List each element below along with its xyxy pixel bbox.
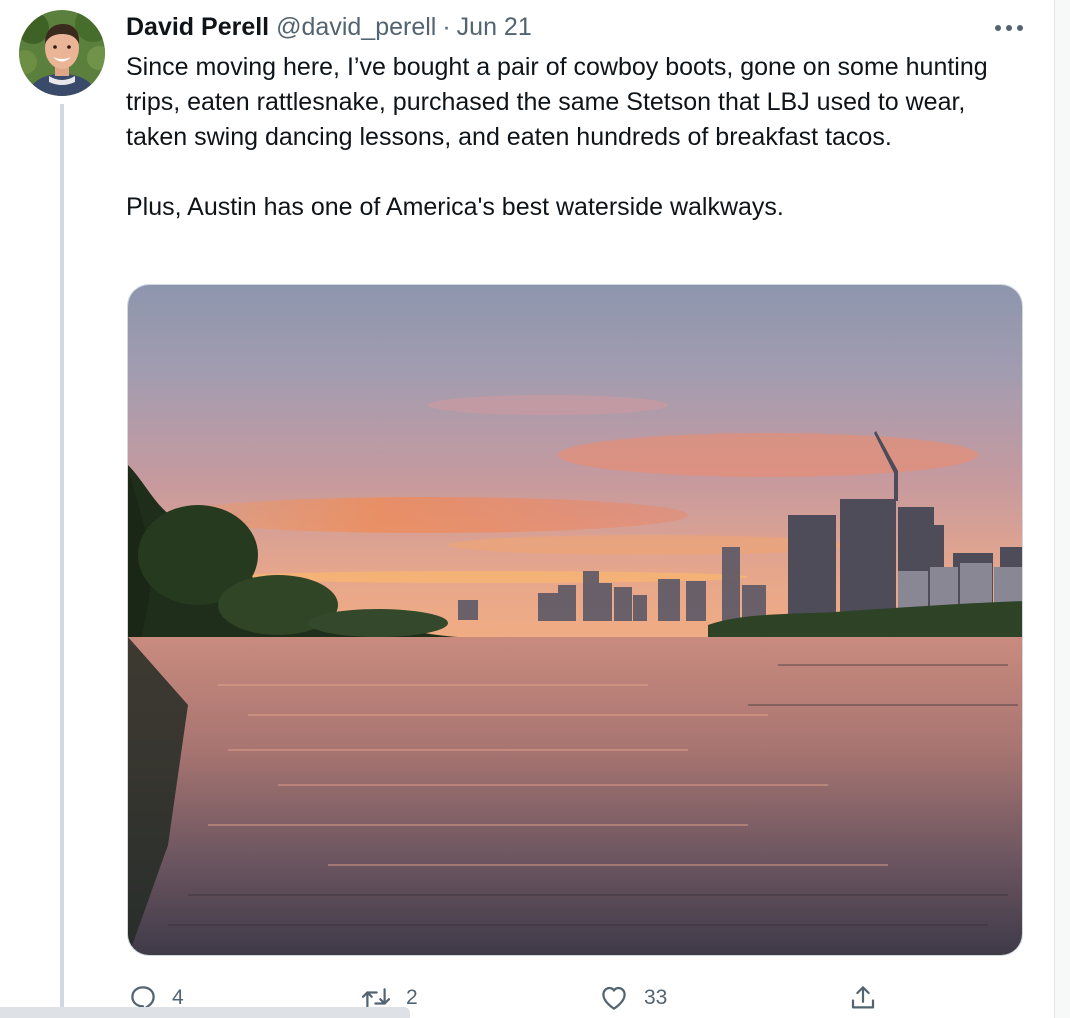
like-button[interactable]: 33 bbox=[598, 980, 667, 1016]
author-avatar[interactable] bbox=[19, 10, 105, 96]
heart-icon bbox=[602, 986, 626, 1010]
thread-line bbox=[60, 104, 64, 1018]
author-name[interactable]: David Perell bbox=[126, 13, 269, 42]
tweet-text: Since moving here, I’ve bought a pair of… bbox=[126, 50, 1026, 225]
tweet-header: David Perell @david_perell · Jun 21 bbox=[126, 10, 532, 44]
more-options-button[interactable] bbox=[985, 12, 1033, 44]
tweet-text-paragraph: Plus, Austin has one of America's best w… bbox=[126, 193, 784, 221]
browser-status-bar bbox=[0, 1007, 410, 1018]
share-icon bbox=[851, 986, 875, 1009]
share-button[interactable] bbox=[848, 980, 878, 1016]
retweet-count: 2 bbox=[406, 986, 418, 1009]
tweet-text-paragraph: Since moving here, I’ve bought a pair of… bbox=[126, 53, 988, 151]
tweet-date[interactable]: Jun 21 bbox=[457, 13, 532, 42]
like-count: 33 bbox=[644, 986, 668, 1009]
author-handle[interactable]: @david_perell bbox=[276, 13, 436, 42]
header-separator: · bbox=[442, 12, 451, 41]
tweet-card: David Perell @david_perell · Jun 21 Sinc… bbox=[0, 0, 1055, 1018]
avatar-image bbox=[19, 10, 105, 96]
austin-sunset-photo bbox=[128, 285, 1022, 955]
more-horizontal-icon bbox=[995, 25, 1023, 31]
tweet-photo[interactable] bbox=[127, 284, 1023, 956]
